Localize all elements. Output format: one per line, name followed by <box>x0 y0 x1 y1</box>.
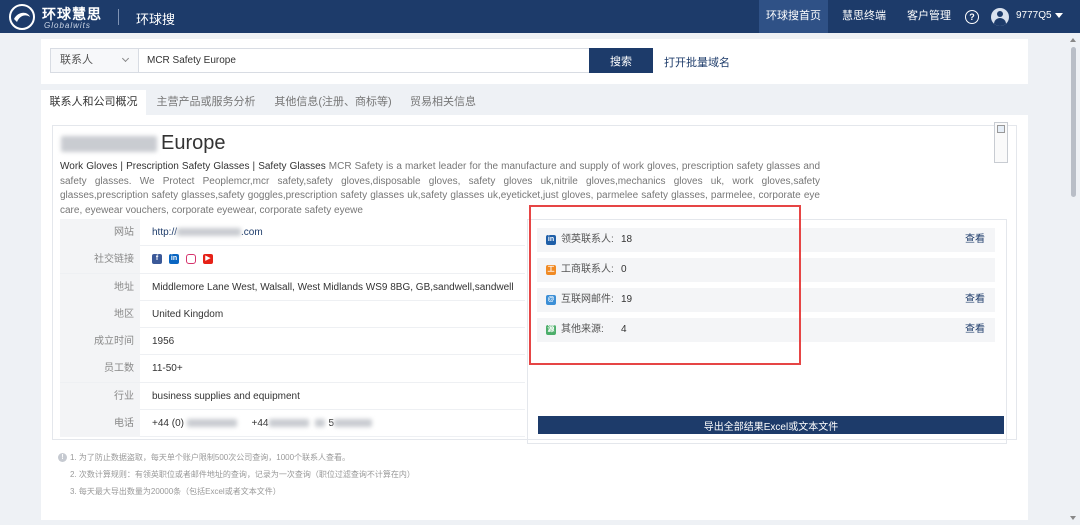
company-info-table: 网站 http://.com 社交链接 f in ▶ 地址 Middlemore L… <box>60 219 525 438</box>
view-link[interactable]: 查看 <box>965 318 985 342</box>
export-button[interactable]: 导出全部结果Excel或文本文件 <box>538 416 1004 434</box>
info-label: 员工数 <box>60 355 140 383</box>
info-row-employees: 员工数 11-50+ <box>60 355 525 383</box>
batch-domain-link[interactable]: 打开批量域名 <box>664 54 730 70</box>
scroll-down-icon[interactable] <box>1070 516 1076 520</box>
info-label: 地址 <box>60 273 140 301</box>
tab-other-info[interactable]: 其他信息(注册、商标等) <box>268 90 398 115</box>
view-link[interactable]: 查看 <box>965 288 985 312</box>
scroll-up-icon[interactable] <box>1070 38 1076 42</box>
redacted-domain <box>177 228 242 237</box>
tab-contacts-overview[interactable]: 联系人和公司概况 <box>41 90 146 115</box>
company-logo-image <box>994 122 1008 163</box>
company-name: Europe <box>61 132 226 155</box>
note-line: 2. 次数计算规则：有领英职位或者邮件地址的查询，记录为一次查询（职位过滤查询不… <box>70 470 415 479</box>
info-label: 行业 <box>60 382 140 410</box>
globalwits-logo-icon[interactable] <box>8 3 36 31</box>
app-name: 环球搜 <box>136 12 176 27</box>
address-value: Middlemore Lane West, Walsall, West Midl… <box>152 281 514 293</box>
top-bar: 环球慧思 Globalwits 环球搜 环球搜首页 慧思终端 客户管理 ? 97… <box>0 0 1080 33</box>
info-row-address: 地址 Middlemore Lane West, Walsall, West M… <box>60 273 525 301</box>
region-value: United Kingdom <box>152 308 224 320</box>
linkedin-icon[interactable]: in <box>169 253 179 264</box>
note-line: 3. 每天最大导出数量为20000条（包括Excel或者文本文件） <box>70 487 281 496</box>
info-row-region: 地区 United Kingdom <box>60 300 525 329</box>
instagram-icon[interactable] <box>186 253 196 264</box>
info-icon: ! <box>58 453 67 462</box>
description-lead: Work Gloves | Prescription Safety Glasse… <box>60 161 326 172</box>
avatar[interactable] <box>991 8 1009 26</box>
info-label: 成立时间 <box>60 328 140 356</box>
username[interactable]: 9777Q5 <box>1016 10 1052 21</box>
info-row-founded: 成立时间 1956 <box>60 328 525 356</box>
highlight-annotation <box>529 205 801 365</box>
info-label: 网站 <box>60 219 140 246</box>
info-label: 社交链接 <box>60 246 140 274</box>
help-icon[interactable]: ? <box>965 10 979 24</box>
info-row-industry: 行业 business supplies and equipment <box>60 382 525 411</box>
chevron-down-icon[interactable] <box>1055 13 1063 18</box>
nav-home[interactable]: 环球搜首页 <box>759 0 828 33</box>
search-input[interactable] <box>138 48 590 73</box>
industry-value: business supplies and equipment <box>152 390 300 402</box>
tab-products-analysis[interactable]: 主营产品或服务分析 <box>150 90 262 115</box>
info-row-phone: 电话 +44 (0) +44 5 <box>60 410 525 438</box>
content-panel: Europe Work Gloves | Prescription Safety… <box>41 115 1028 520</box>
redacted-name <box>61 135 157 152</box>
company-card: Europe Work Gloves | Prescription Safety… <box>52 122 1017 444</box>
page-scrollbar[interactable] <box>1067 33 1080 525</box>
search-type-select[interactable]: 联系人 <box>50 48 138 73</box>
search-type-label: 联系人 <box>60 54 93 66</box>
search-button[interactable]: 搜索 <box>589 48 653 73</box>
info-label: 地区 <box>60 300 140 328</box>
info-row-website: 网站 http://.com <box>60 219 525 247</box>
scroll-thumb[interactable] <box>1071 47 1076 197</box>
tab-trade-info[interactable]: 贸易相关信息 <box>400 90 486 115</box>
search-panel: 联系人 搜索 打开批量域名 <box>41 39 1028 84</box>
founded-value: 1956 <box>152 336 175 348</box>
nav-customer-management[interactable]: 客户管理 <box>899 0 959 33</box>
facebook-icon[interactable]: f <box>152 253 162 264</box>
note-line: 1. 为了防止数据盗取，每天单个账户限制500次公司查询，1000个联系人查看。 <box>70 453 351 462</box>
youtube-icon[interactable]: ▶ <box>203 253 213 264</box>
info-label: 电话 <box>60 410 140 438</box>
employees-value: 11-50+ <box>152 363 183 375</box>
brand-divider <box>118 9 119 25</box>
brand-name-en: Globalwits <box>44 21 91 30</box>
phone-value: +44 (0) +44 5 <box>152 410 373 437</box>
nav-terminal[interactable]: 慧思终端 <box>834 0 894 33</box>
view-link[interactable]: 查看 <box>965 228 985 252</box>
social-links: f in ▶ <box>152 246 220 273</box>
website-link[interactable]: http://.com <box>152 219 263 246</box>
info-row-social: 社交链接 f in ▶ <box>60 246 525 274</box>
chevron-down-icon <box>121 54 130 63</box>
